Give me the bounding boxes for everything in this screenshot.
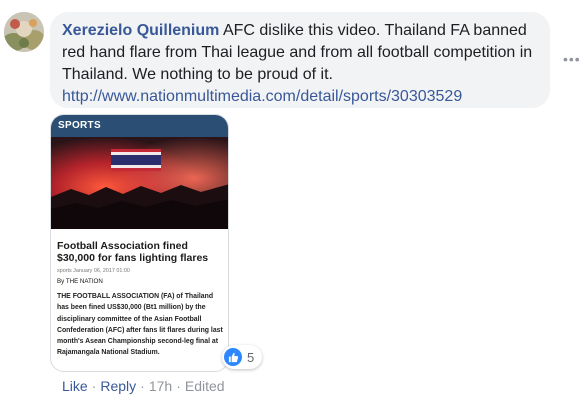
article-meta: sports January 06, 2017 01:00 — [57, 268, 130, 274]
article-body: THE FOOTBALL ASSOCIATION (FA) of Thailan… — [57, 293, 223, 357]
separator: · — [91, 378, 97, 394]
like-button[interactable]: Like — [62, 378, 88, 394]
separator: · — [176, 378, 181, 394]
article-section-label: SPORTS — [51, 115, 228, 137]
comment-actions: Like · Reply · 17h · Edited — [62, 377, 225, 395]
comment-link[interactable]: http://www.nationmultimedia.com/detail/s… — [62, 86, 462, 108]
like-icon — [224, 348, 242, 366]
comment-author[interactable]: Xerezielo Quillenium — [62, 22, 219, 39]
avatar[interactable] — [4, 12, 44, 52]
avatar-image — [4, 12, 44, 52]
edited-label[interactable]: Edited — [185, 378, 225, 394]
reply-button[interactable]: Reply — [100, 378, 136, 394]
article-headline: Football Association fined $30,000 for f… — [57, 240, 209, 264]
flare-photo-image — [51, 137, 228, 229]
article-byline: By THE NATION — [57, 278, 103, 285]
reactions-summary[interactable]: 5 — [222, 345, 263, 369]
more-options-icon[interactable]: ••• — [563, 52, 581, 66]
timestamp[interactable]: 17h — [149, 378, 172, 394]
article-image[interactable]: SPORTS Football Association fined $30,00… — [50, 114, 229, 372]
separator: · — [140, 378, 145, 394]
article-photo — [51, 137, 228, 229]
reaction-count: 5 — [247, 349, 255, 365]
comment-bubble: Xerezielo Quillenium AFC dislike this vi… — [50, 12, 550, 108]
